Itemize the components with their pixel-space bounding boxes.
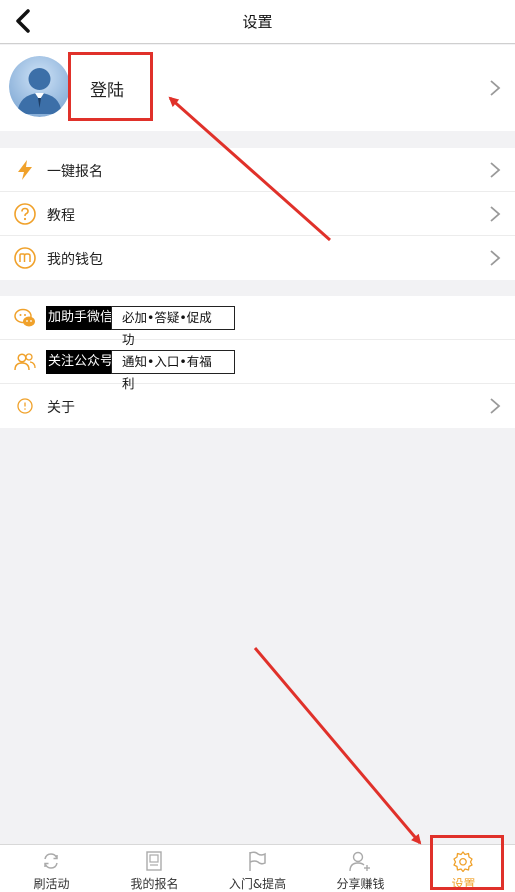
- menu-item-label: 一键报名: [47, 164, 103, 180]
- settings-page: 设置 登陆 一键报名 教程 我的钱包 加助手微信 必加•答疑•促成功 关注公众号…: [0, 0, 515, 892]
- flag-icon: [249, 851, 266, 871]
- wechat-tag: 必加•答疑•促成功: [111, 306, 235, 347]
- settings-tab-highlight-box: [430, 835, 504, 890]
- chevron-right-icon: [490, 398, 501, 414]
- menu-item-official-account[interactable]: 关注公众号 通知•入口•有福利: [0, 340, 515, 391]
- add-user-icon: [349, 851, 370, 872]
- arrow-to-settings-tab: [253, 647, 422, 845]
- page-title: 设置: [242, 13, 273, 31]
- menu-group-primary: 一键报名 教程 我的钱包: [0, 148, 515, 280]
- wallet-coin-icon: [14, 247, 36, 269]
- chevron-right-icon: [490, 206, 501, 222]
- info-circle-icon: [17, 398, 33, 414]
- annotation-arrows: [168, 96, 422, 845]
- tab-my-signups[interactable]: 我的报名: [103, 845, 206, 892]
- menu-item-wallet[interactable]: 我的钱包: [0, 236, 515, 280]
- tab-label: 刷活动: [33, 877, 70, 891]
- menu-item-add-wechat[interactable]: 加助手微信 必加•答疑•促成功: [0, 296, 515, 347]
- menu-group-secondary: 加助手微信 必加•答疑•促成功 关注公众号 通知•入口•有福利 关于: [0, 296, 515, 428]
- tab-intro-advanced[interactable]: 入门&提高: [206, 845, 309, 892]
- menu-item-label: 教程: [47, 208, 75, 224]
- menu-item-label: 我的钱包: [47, 252, 103, 268]
- menu-item-tutorial[interactable]: 教程: [0, 192, 515, 236]
- menu-item-label: 关于: [47, 400, 75, 416]
- user-avatar-icon[interactable]: [9, 56, 70, 117]
- wechat-label: 加助手微信: [46, 306, 116, 330]
- chevron-right-icon: [490, 162, 501, 178]
- tab-label: 我的报名: [130, 877, 179, 891]
- menu-item-about[interactable]: 关于: [0, 384, 515, 428]
- document-icon: [146, 851, 162, 871]
- official-account-label: 关注公众号: [46, 350, 116, 374]
- login-highlight-box: [68, 52, 153, 121]
- header-bar: 设置: [0, 0, 515, 44]
- tab-refresh-activities[interactable]: 刷活动: [0, 845, 103, 892]
- question-circle-icon: [14, 203, 36, 225]
- tab-label: 分享赚钱: [336, 877, 385, 891]
- menu-item-quick-signup[interactable]: 一键报名: [0, 148, 515, 192]
- lightning-icon: [18, 160, 32, 180]
- refresh-icon: [44, 853, 58, 869]
- people-icon: [14, 353, 36, 371]
- chevron-right-icon: [490, 80, 501, 96]
- tab-share-earn[interactable]: 分享赚钱: [309, 845, 412, 892]
- tab-label: 入门&提高: [228, 877, 287, 891]
- wechat-chat-icon: [14, 308, 35, 327]
- chevron-right-icon: [490, 250, 501, 266]
- official-account-tag: 通知•入口•有福利: [111, 350, 235, 391]
